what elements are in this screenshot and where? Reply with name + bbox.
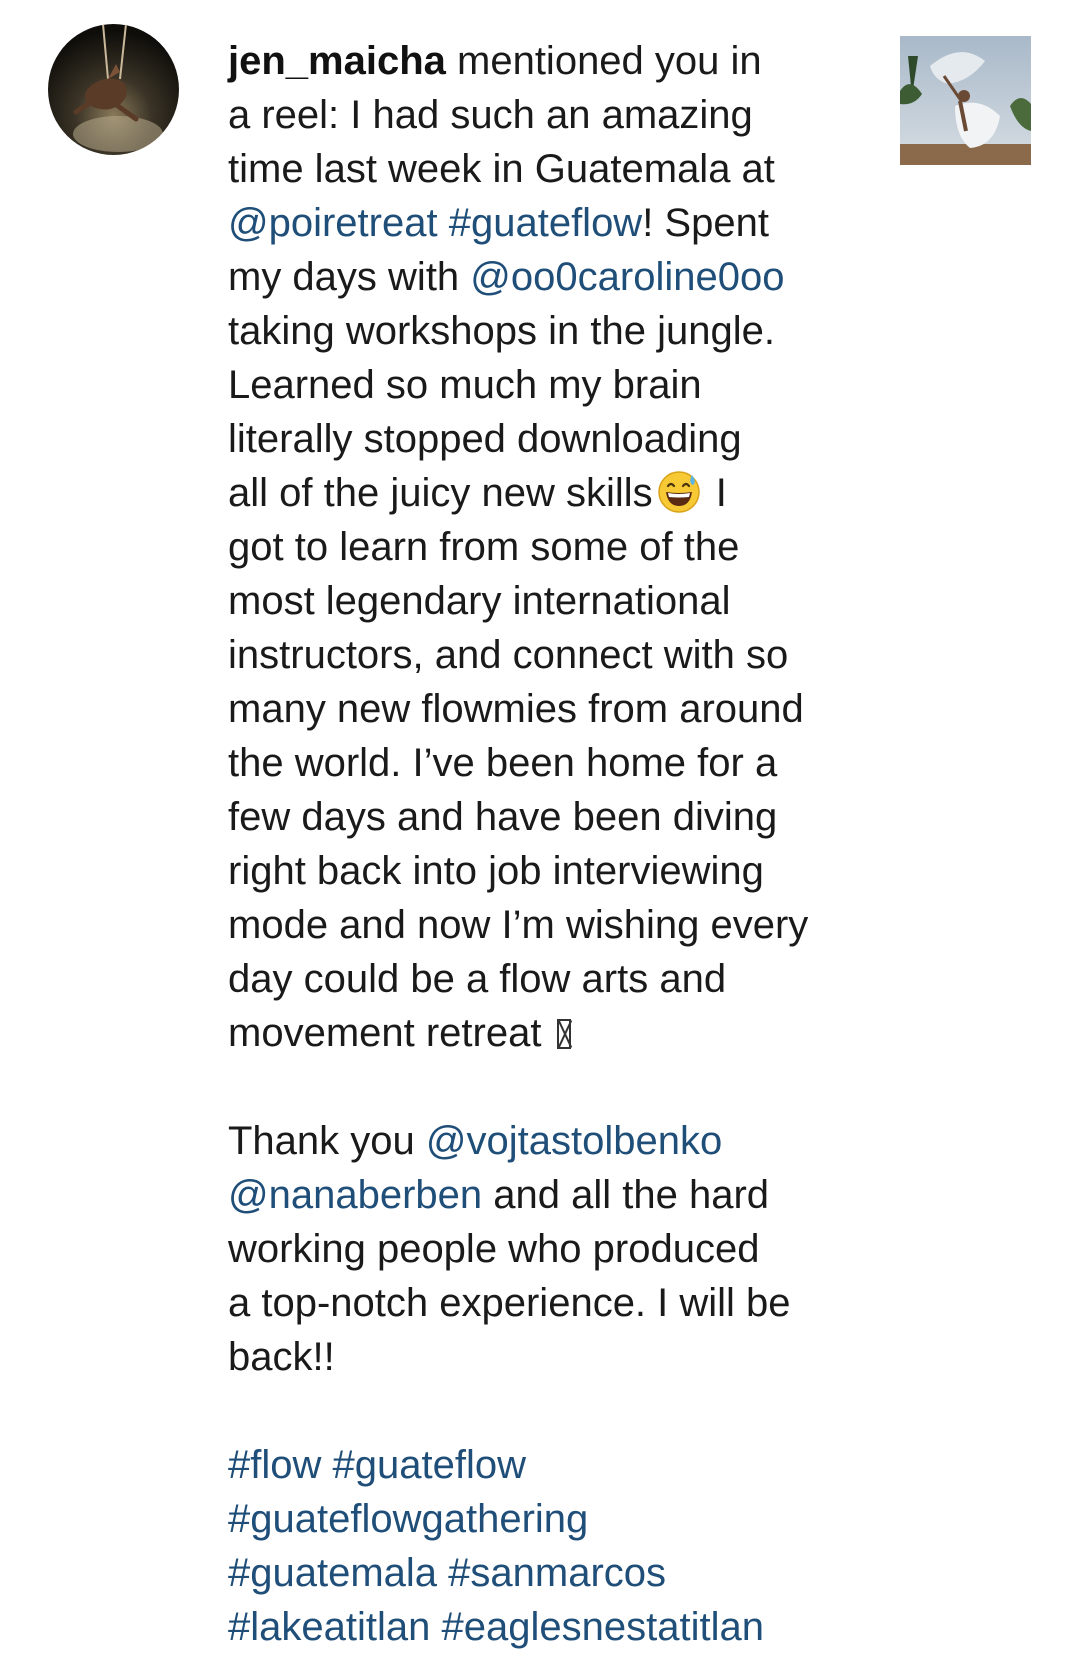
hashtag-link[interactable]: #eaglesnestatitlan: [442, 1605, 764, 1649]
caption-text: the world. I’ve been home for a: [228, 741, 778, 785]
caption-text: instructors, and connect with so: [228, 633, 789, 677]
notification-text: jen_maicha mentioned you in a reel: I ha…: [228, 34, 868, 1654]
mention-link[interactable]: @poiretreat: [228, 201, 438, 245]
hashtag-link[interactable]: #sanmarcos: [448, 1551, 666, 1595]
caption-text: right back into job interviewing: [228, 849, 764, 893]
paragraph-break: [228, 1384, 868, 1438]
caption-text: movement retreat: [228, 1011, 553, 1055]
caption-text: mode and now I’m wishing every: [228, 903, 809, 947]
caption-text: literally stopped downloading: [228, 417, 742, 461]
caption-text: and all the hard: [482, 1173, 770, 1217]
caption-text: my days with: [228, 255, 471, 299]
paragraph-break: [228, 1060, 868, 1114]
caption-text: I: [704, 471, 727, 515]
reel-thumbnail[interactable]: [900, 36, 1031, 165]
hashtag-link[interactable]: #lakeatitlan: [228, 1605, 430, 1649]
caption-text: [321, 1443, 332, 1487]
hashtag-link[interactable]: #guatemala: [228, 1551, 437, 1595]
caption-text: [430, 1605, 441, 1649]
mention-link[interactable]: @vojtastolbenko: [426, 1119, 722, 1163]
reel-preview-image: [900, 36, 1031, 165]
missing-glyph-icon: [556, 1019, 571, 1049]
caption-text: back!!: [228, 1335, 335, 1379]
hashtag-link[interactable]: #flow: [228, 1443, 321, 1487]
caption-text: all of the juicy new skills: [228, 471, 653, 515]
caption-text: a top-notch experience. I will be: [228, 1281, 791, 1325]
avatar-image: [48, 24, 179, 155]
hashtag-link[interactable]: #guateflow: [449, 201, 642, 245]
caption-text: few days and have been diving: [228, 795, 778, 839]
mention-link[interactable]: @nanaberben: [228, 1173, 482, 1217]
caption-text: mentioned you in: [445, 39, 762, 83]
caption-text: taking workshops in the jungle.: [228, 309, 775, 353]
caption-text: got to learn from some of the: [228, 525, 740, 569]
mention-link[interactable]: @oo0caroline0oo: [470, 255, 784, 299]
caption-text: Thank you: [228, 1119, 426, 1163]
caption-text: day could be a flow arts and: [228, 957, 727, 1001]
caption-text: time last week in Guatemala at: [228, 147, 775, 191]
hashtag-link[interactable]: #guateflow: [333, 1443, 526, 1487]
user-avatar[interactable]: [48, 24, 179, 155]
grinning-face-with-sweat-icon: [657, 471, 700, 513]
caption-text: many new flowmies from around: [228, 687, 804, 731]
caption-text: a reel: I had such an amazing: [228, 93, 753, 137]
caption-text: [438, 201, 449, 245]
caption-text: most legendary international: [228, 579, 731, 623]
caption-text: ! Spent: [642, 201, 769, 245]
caption-text: [437, 1551, 448, 1595]
mention-notification[interactable]: jen_maicha mentioned you in a reel: I ha…: [0, 0, 1080, 1674]
hashtag-link[interactable]: #guateflowgathering: [228, 1497, 588, 1541]
caption-text: Learned so much my brain: [228, 363, 702, 407]
username-link[interactable]: jen_maicha: [228, 39, 446, 83]
caption-text: working people who produced: [228, 1227, 760, 1271]
